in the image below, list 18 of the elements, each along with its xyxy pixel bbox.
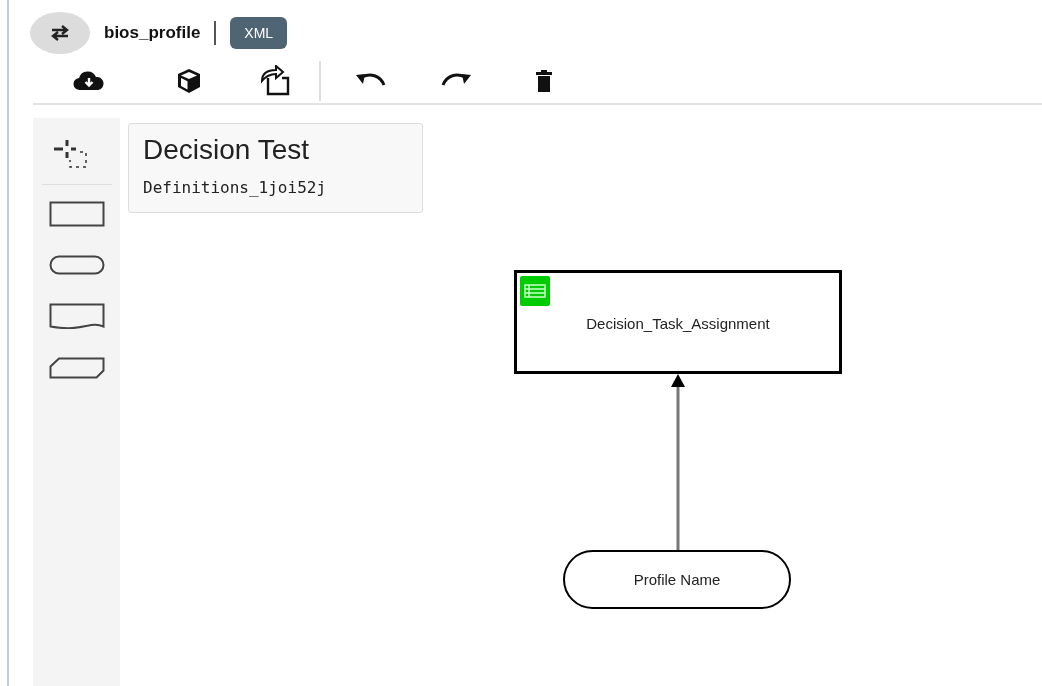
rounded-rectangle-icon (48, 255, 105, 275)
definition-name: Decision Test (143, 134, 310, 166)
decision-table-icon (520, 276, 550, 306)
node-label: Profile Name (633, 571, 721, 588)
input-data-shape-tool[interactable] (48, 255, 105, 275)
xml-button[interactable]: XML (230, 17, 288, 49)
trash-icon (533, 68, 554, 93)
knowledge-source-shape-tool[interactable] (48, 303, 105, 329)
definition-id: Definitions_1joi52j (143, 178, 328, 197)
input-data-node[interactable]: Profile Name (563, 550, 791, 609)
decision-node[interactable]: Decision_Task_Assignment (514, 270, 842, 374)
node-label: Decision_Task_Assignment (586, 315, 770, 332)
profile-title: bios_profile (104, 23, 201, 43)
decision-shape-tool[interactable] (48, 201, 105, 227)
cloud-download-icon (72, 69, 106, 92)
wavy-document-icon (48, 303, 105, 329)
rectangle-icon (48, 201, 105, 227)
business-model-shape-tool[interactable] (48, 357, 105, 379)
